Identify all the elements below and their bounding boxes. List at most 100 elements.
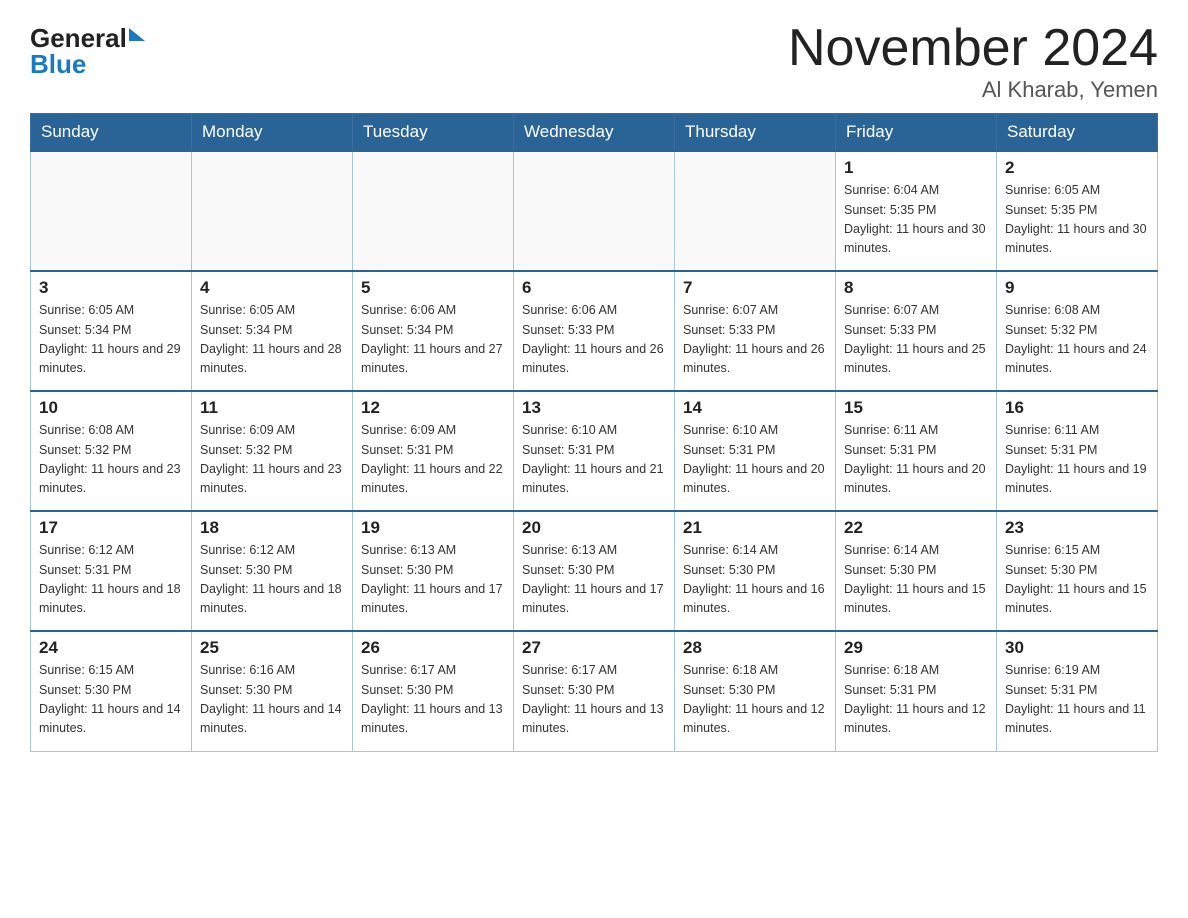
calendar-cell: 20 Sunrise: 6:13 AMSunset: 5:30 PMDayligh…	[514, 511, 675, 631]
week-row-4: 17 Sunrise: 6:12 AMSunset: 5:31 PMDayligh…	[31, 511, 1158, 631]
day-info: Sunrise: 6:06 AMSunset: 5:34 PMDaylight:…	[361, 301, 505, 379]
week-row-2: 3 Sunrise: 6:05 AMSunset: 5:34 PMDaylight…	[31, 271, 1158, 391]
calendar-cell	[31, 151, 192, 271]
logo: General Blue	[30, 20, 145, 78]
day-info: Sunrise: 6:10 AMSunset: 5:31 PMDaylight:…	[683, 421, 827, 499]
day-info: Sunrise: 6:09 AMSunset: 5:32 PMDaylight:…	[200, 421, 344, 499]
weekday-header-tuesday: Tuesday	[353, 114, 514, 152]
day-number: 18	[200, 518, 344, 538]
day-number: 15	[844, 398, 988, 418]
day-info: Sunrise: 6:11 AMSunset: 5:31 PMDaylight:…	[844, 421, 988, 499]
week-row-1: 1 Sunrise: 6:04 AMSunset: 5:35 PMDaylight…	[31, 151, 1158, 271]
calendar-cell: 25 Sunrise: 6:16 AMSunset: 5:30 PMDayligh…	[192, 631, 353, 751]
calendar-cell: 30 Sunrise: 6:19 AMSunset: 5:31 PMDayligh…	[997, 631, 1158, 751]
calendar-cell: 29Sunrise: 6:18 AMSunset: 5:31 PMDayligh…	[836, 631, 997, 751]
day-info: Sunrise: 6:07 AMSunset: 5:33 PMDaylight:…	[844, 301, 988, 379]
day-info: Sunrise: 6:09 AMSunset: 5:31 PMDaylight:…	[361, 421, 505, 499]
day-number: 14	[683, 398, 827, 418]
calendar-cell: 19Sunrise: 6:13 AMSunset: 5:30 PMDayligh…	[353, 511, 514, 631]
weekday-header-row: SundayMondayTuesdayWednesdayThursdayFrid…	[31, 114, 1158, 152]
calendar-cell: 23 Sunrise: 6:15 AMSunset: 5:30 PMDayligh…	[997, 511, 1158, 631]
weekday-header-thursday: Thursday	[675, 114, 836, 152]
day-info: Sunrise: 6:18 AMSunset: 5:30 PMDaylight:…	[683, 661, 827, 739]
day-number: 23	[1005, 518, 1149, 538]
day-info: Sunrise: 6:13 AMSunset: 5:30 PMDaylight:…	[361, 541, 505, 619]
calendar-cell: 26 Sunrise: 6:17 AMSunset: 5:30 PMDayligh…	[353, 631, 514, 751]
day-number: 1	[844, 158, 988, 178]
day-info: Sunrise: 6:08 AMSunset: 5:32 PMDaylight:…	[1005, 301, 1149, 379]
calendar-cell: 18 Sunrise: 6:12 AMSunset: 5:30 PMDayligh…	[192, 511, 353, 631]
day-info: Sunrise: 6:15 AMSunset: 5:30 PMDaylight:…	[39, 661, 183, 739]
day-number: 7	[683, 278, 827, 298]
day-number: 24	[39, 638, 183, 658]
calendar-cell: 13 Sunrise: 6:10 AMSunset: 5:31 PMDayligh…	[514, 391, 675, 511]
day-info: Sunrise: 6:13 AMSunset: 5:30 PMDaylight:…	[522, 541, 666, 619]
day-number: 27	[522, 638, 666, 658]
calendar-cell: 4 Sunrise: 6:05 AMSunset: 5:34 PMDaylight…	[192, 271, 353, 391]
week-row-3: 10 Sunrise: 6:08 AMSunset: 5:32 PMDayligh…	[31, 391, 1158, 511]
logo-blue-text: Blue	[30, 49, 86, 79]
day-info: Sunrise: 6:05 AMSunset: 5:34 PMDaylight:…	[200, 301, 344, 379]
day-number: 4	[200, 278, 344, 298]
calendar-cell: 1 Sunrise: 6:04 AMSunset: 5:35 PMDaylight…	[836, 151, 997, 271]
calendar-cell	[353, 151, 514, 271]
calendar-cell	[192, 151, 353, 271]
day-number: 22	[844, 518, 988, 538]
day-info: Sunrise: 6:17 AMSunset: 5:30 PMDaylight:…	[361, 661, 505, 739]
day-number: 5	[361, 278, 505, 298]
calendar-cell: 5 Sunrise: 6:06 AMSunset: 5:34 PMDaylight…	[353, 271, 514, 391]
day-number: 29	[844, 638, 988, 658]
calendar-cell: 3 Sunrise: 6:05 AMSunset: 5:34 PMDaylight…	[31, 271, 192, 391]
calendar-cell: 22 Sunrise: 6:14 AMSunset: 5:30 PMDayligh…	[836, 511, 997, 631]
day-number: 30	[1005, 638, 1149, 658]
day-number: 3	[39, 278, 183, 298]
calendar-cell: 9 Sunrise: 6:08 AMSunset: 5:32 PMDaylight…	[997, 271, 1158, 391]
calendar-cell: 27 Sunrise: 6:17 AMSunset: 5:30 PMDayligh…	[514, 631, 675, 751]
day-info: Sunrise: 6:06 AMSunset: 5:33 PMDaylight:…	[522, 301, 666, 379]
day-info: Sunrise: 6:14 AMSunset: 5:30 PMDaylight:…	[844, 541, 988, 619]
day-number: 9	[1005, 278, 1149, 298]
logo-arrow-icon	[129, 28, 145, 41]
day-info: Sunrise: 6:08 AMSunset: 5:32 PMDaylight:…	[39, 421, 183, 499]
day-number: 13	[522, 398, 666, 418]
day-info: Sunrise: 6:04 AMSunset: 5:35 PMDaylight:…	[844, 181, 988, 259]
day-info: Sunrise: 6:14 AMSunset: 5:30 PMDaylight:…	[683, 541, 827, 619]
page-header: General Blue November 2024 Al Kharab, Ye…	[30, 20, 1158, 103]
day-info: Sunrise: 6:19 AMSunset: 5:31 PMDaylight:…	[1005, 661, 1149, 739]
calendar-subtitle: Al Kharab, Yemen	[788, 77, 1158, 103]
day-info: Sunrise: 6:12 AMSunset: 5:30 PMDaylight:…	[200, 541, 344, 619]
logo-general-text: General	[30, 25, 127, 51]
day-number: 26	[361, 638, 505, 658]
calendar-cell: 7 Sunrise: 6:07 AMSunset: 5:33 PMDaylight…	[675, 271, 836, 391]
calendar-cell	[514, 151, 675, 271]
calendar-table: SundayMondayTuesdayWednesdayThursdayFrid…	[30, 113, 1158, 752]
weekday-header-wednesday: Wednesday	[514, 114, 675, 152]
day-info: Sunrise: 6:15 AMSunset: 5:30 PMDaylight:…	[1005, 541, 1149, 619]
day-number: 6	[522, 278, 666, 298]
day-number: 17	[39, 518, 183, 538]
day-number: 16	[1005, 398, 1149, 418]
week-row-5: 24 Sunrise: 6:15 AMSunset: 5:30 PMDayligh…	[31, 631, 1158, 751]
title-block: November 2024 Al Kharab, Yemen	[788, 20, 1158, 103]
calendar-cell: 11 Sunrise: 6:09 AMSunset: 5:32 PMDayligh…	[192, 391, 353, 511]
day-number: 8	[844, 278, 988, 298]
day-info: Sunrise: 6:07 AMSunset: 5:33 PMDaylight:…	[683, 301, 827, 379]
day-number: 2	[1005, 158, 1149, 178]
day-info: Sunrise: 6:11 AMSunset: 5:31 PMDaylight:…	[1005, 421, 1149, 499]
day-info: Sunrise: 6:17 AMSunset: 5:30 PMDaylight:…	[522, 661, 666, 739]
weekday-header-sunday: Sunday	[31, 114, 192, 152]
day-info: Sunrise: 6:16 AMSunset: 5:30 PMDaylight:…	[200, 661, 344, 739]
day-info: Sunrise: 6:12 AMSunset: 5:31 PMDaylight:…	[39, 541, 183, 619]
day-number: 20	[522, 518, 666, 538]
calendar-cell: 14 Sunrise: 6:10 AMSunset: 5:31 PMDayligh…	[675, 391, 836, 511]
day-number: 12	[361, 398, 505, 418]
day-number: 21	[683, 518, 827, 538]
day-number: 25	[200, 638, 344, 658]
day-info: Sunrise: 6:05 AMSunset: 5:34 PMDaylight:…	[39, 301, 183, 379]
day-number: 11	[200, 398, 344, 418]
day-info: Sunrise: 6:05 AMSunset: 5:35 PMDaylight:…	[1005, 181, 1149, 259]
day-number: 10	[39, 398, 183, 418]
day-info: Sunrise: 6:10 AMSunset: 5:31 PMDaylight:…	[522, 421, 666, 499]
weekday-header-monday: Monday	[192, 114, 353, 152]
calendar-cell: 15 Sunrise: 6:11 AMSunset: 5:31 PMDayligh…	[836, 391, 997, 511]
